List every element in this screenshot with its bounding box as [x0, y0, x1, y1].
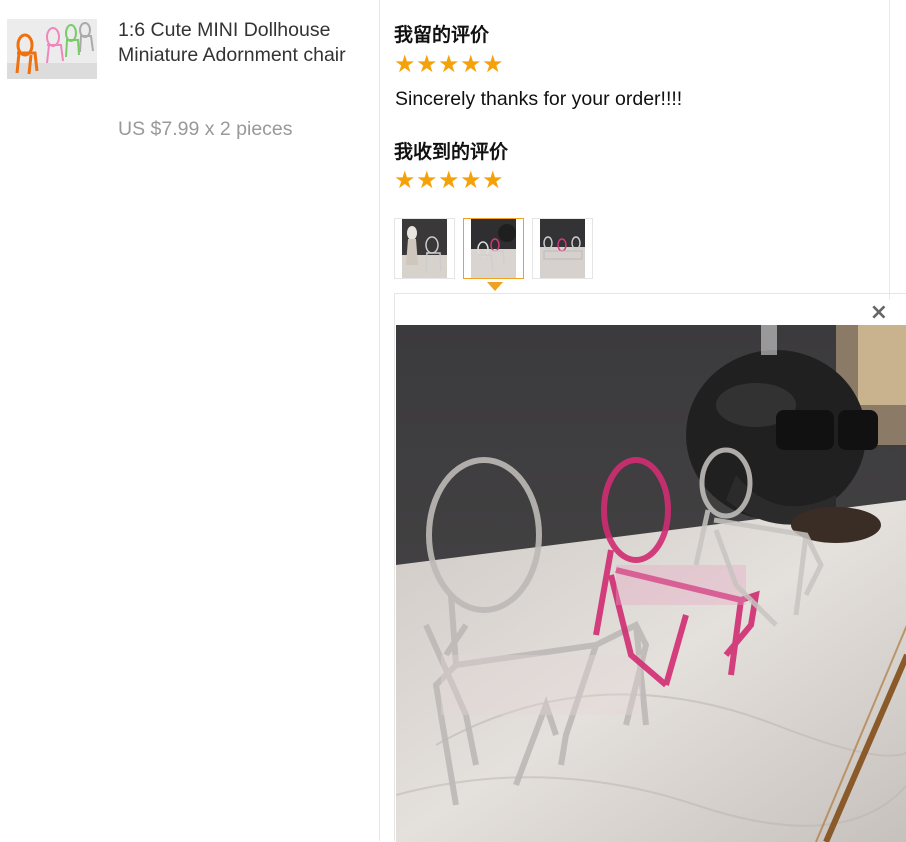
my-rating-stars: ★ ★ ★ ★ ★ — [394, 50, 504, 78]
review-photo-large — [396, 325, 906, 842]
star-icon: ★ — [460, 166, 482, 194]
column-divider-right — [889, 0, 890, 300]
review-photo-thumbnails — [394, 218, 593, 279]
star-icon: ★ — [438, 166, 460, 194]
review-photo-thumbnail[interactable] — [532, 218, 593, 279]
close-icon[interactable]: × — [870, 300, 888, 326]
star-icon: ★ — [394, 166, 416, 194]
my-review-heading: 我留的评价 — [394, 24, 490, 46]
active-thumbnail-pointer — [487, 282, 503, 291]
received-rating-stars: ★ ★ ★ ★ ★ — [394, 166, 504, 194]
star-icon: ★ — [482, 166, 504, 194]
star-icon: ★ — [482, 50, 504, 78]
review-photo-thumbnail-active[interactable] — [463, 218, 524, 279]
star-icon: ★ — [394, 50, 416, 78]
photo-viewer: × — [394, 293, 906, 842]
review-photo-thumbnail[interactable] — [394, 218, 455, 279]
star-icon: ★ — [438, 50, 460, 78]
product-title[interactable]: 1:6 Cute MINI Dollhouse Miniature Adornm… — [118, 18, 363, 68]
received-review-heading: 我收到的评价 — [394, 141, 509, 163]
product-thumbnail[interactable] — [7, 19, 97, 79]
column-divider — [379, 0, 380, 841]
star-icon: ★ — [416, 50, 438, 78]
star-icon: ★ — [460, 50, 482, 78]
product-price: US $7.99 x 2 pieces — [118, 118, 293, 140]
review-comment: Sincerely thanks for your order!!!! — [395, 88, 683, 110]
star-icon: ★ — [416, 166, 438, 194]
